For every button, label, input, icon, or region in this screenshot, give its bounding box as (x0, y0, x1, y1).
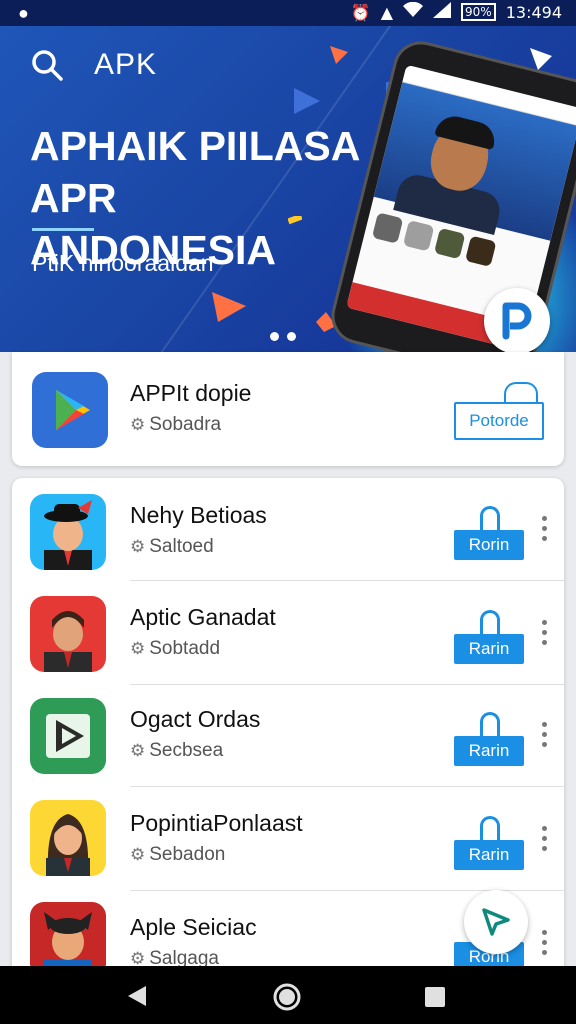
install-button[interactable]: Rorin (454, 530, 524, 560)
install-handle (480, 712, 500, 736)
play-store-icon (32, 372, 108, 448)
recents-icon[interactable] (424, 986, 446, 1008)
app-name: Aptic Ganadat (130, 604, 276, 630)
app-label: APK (94, 48, 158, 81)
featured-app-name: APPIt dopie (130, 380, 252, 406)
more-vert-icon[interactable] (542, 620, 548, 645)
install-button[interactable]: Rarin (454, 840, 524, 870)
app-name: PopintiaPonlaast (130, 810, 303, 836)
app-avatar-icon (30, 596, 106, 672)
more-vert-icon[interactable] (542, 722, 548, 747)
install-button[interactable]: Rarin (454, 634, 524, 664)
featured-app-sub: ⚙ Sobadra (130, 414, 222, 435)
gear-icon: ⚙ (130, 537, 146, 556)
install-handle (480, 816, 500, 840)
play-shape-icon (212, 292, 246, 322)
app-sub: ⚙ Sobtadd (130, 638, 221, 659)
home-icon[interactable] (272, 982, 302, 1012)
search-icon[interactable] (30, 48, 64, 82)
status-time: 13:494 (505, 2, 562, 22)
install-handle (480, 610, 500, 634)
more-vert-icon[interactable] (542, 930, 548, 955)
gear-icon: ⚙ (130, 741, 146, 760)
notification-icon: ● (18, 3, 29, 23)
featured-app-card[interactable]: APPIt dopie ⚙ Sobadra Potorde (12, 352, 564, 466)
app-avatar-icon (30, 800, 106, 876)
hero-title-line1: APHAIK PIILASA (30, 123, 361, 169)
app-name: Ogact Ordas (130, 706, 261, 732)
app-sub: ⚙ Saltoed (130, 536, 214, 557)
carousel-dots[interactable] (270, 332, 296, 341)
floating-action-button[interactable] (464, 890, 528, 954)
more-vert-icon[interactable] (542, 826, 548, 851)
battery-indicator: 90% (461, 3, 496, 21)
gear-icon: ⚙ (130, 639, 146, 658)
gear-icon: ⚙ (130, 415, 146, 434)
app-name: Aple Seiciac (130, 914, 257, 940)
app-sub: ⚙ Sebadon (130, 844, 226, 865)
hero-subtitle: PtiK hinooraaidan (32, 250, 214, 276)
lock-icon: ▲ (380, 2, 394, 22)
gear-icon: ⚙ (130, 845, 146, 864)
divider (130, 684, 564, 685)
status-bar: ● ⏰ ▲ 90% 13:494 (0, 0, 576, 26)
cloud-icon (504, 382, 538, 402)
confetti-shape (530, 48, 552, 70)
confetti-shape (288, 216, 302, 225)
app-avatar-icon (30, 494, 106, 570)
app-play-icon (30, 698, 106, 774)
featured-install-button[interactable]: Potorde (454, 402, 544, 440)
confetti-shape (330, 46, 348, 64)
hero-underline (32, 228, 94, 231)
back-icon[interactable] (126, 984, 148, 1008)
play-shape-icon (294, 88, 320, 114)
status-icons: ⏰ ▲ 90% 13:494 (350, 1, 562, 22)
install-handle (480, 506, 500, 530)
app-sub: ⚙ Secbsea (130, 740, 224, 761)
wifi-icon (403, 1, 424, 22)
brand-logo-icon[interactable] (484, 288, 550, 352)
alarm-icon: ⏰ (350, 2, 371, 22)
app-name: Nehy Betioas (130, 502, 267, 528)
signal-icon (433, 2, 452, 22)
install-button[interactable]: Rarin (454, 736, 524, 766)
more-vert-icon[interactable] (542, 516, 548, 541)
navigation-bar (0, 966, 576, 1024)
divider (130, 580, 564, 581)
hero-banner[interactable]: APK APHAIK PIILASA APR ANDONESIA PtiK hi… (0, 26, 576, 352)
divider (130, 786, 564, 787)
send-icon (482, 908, 510, 936)
